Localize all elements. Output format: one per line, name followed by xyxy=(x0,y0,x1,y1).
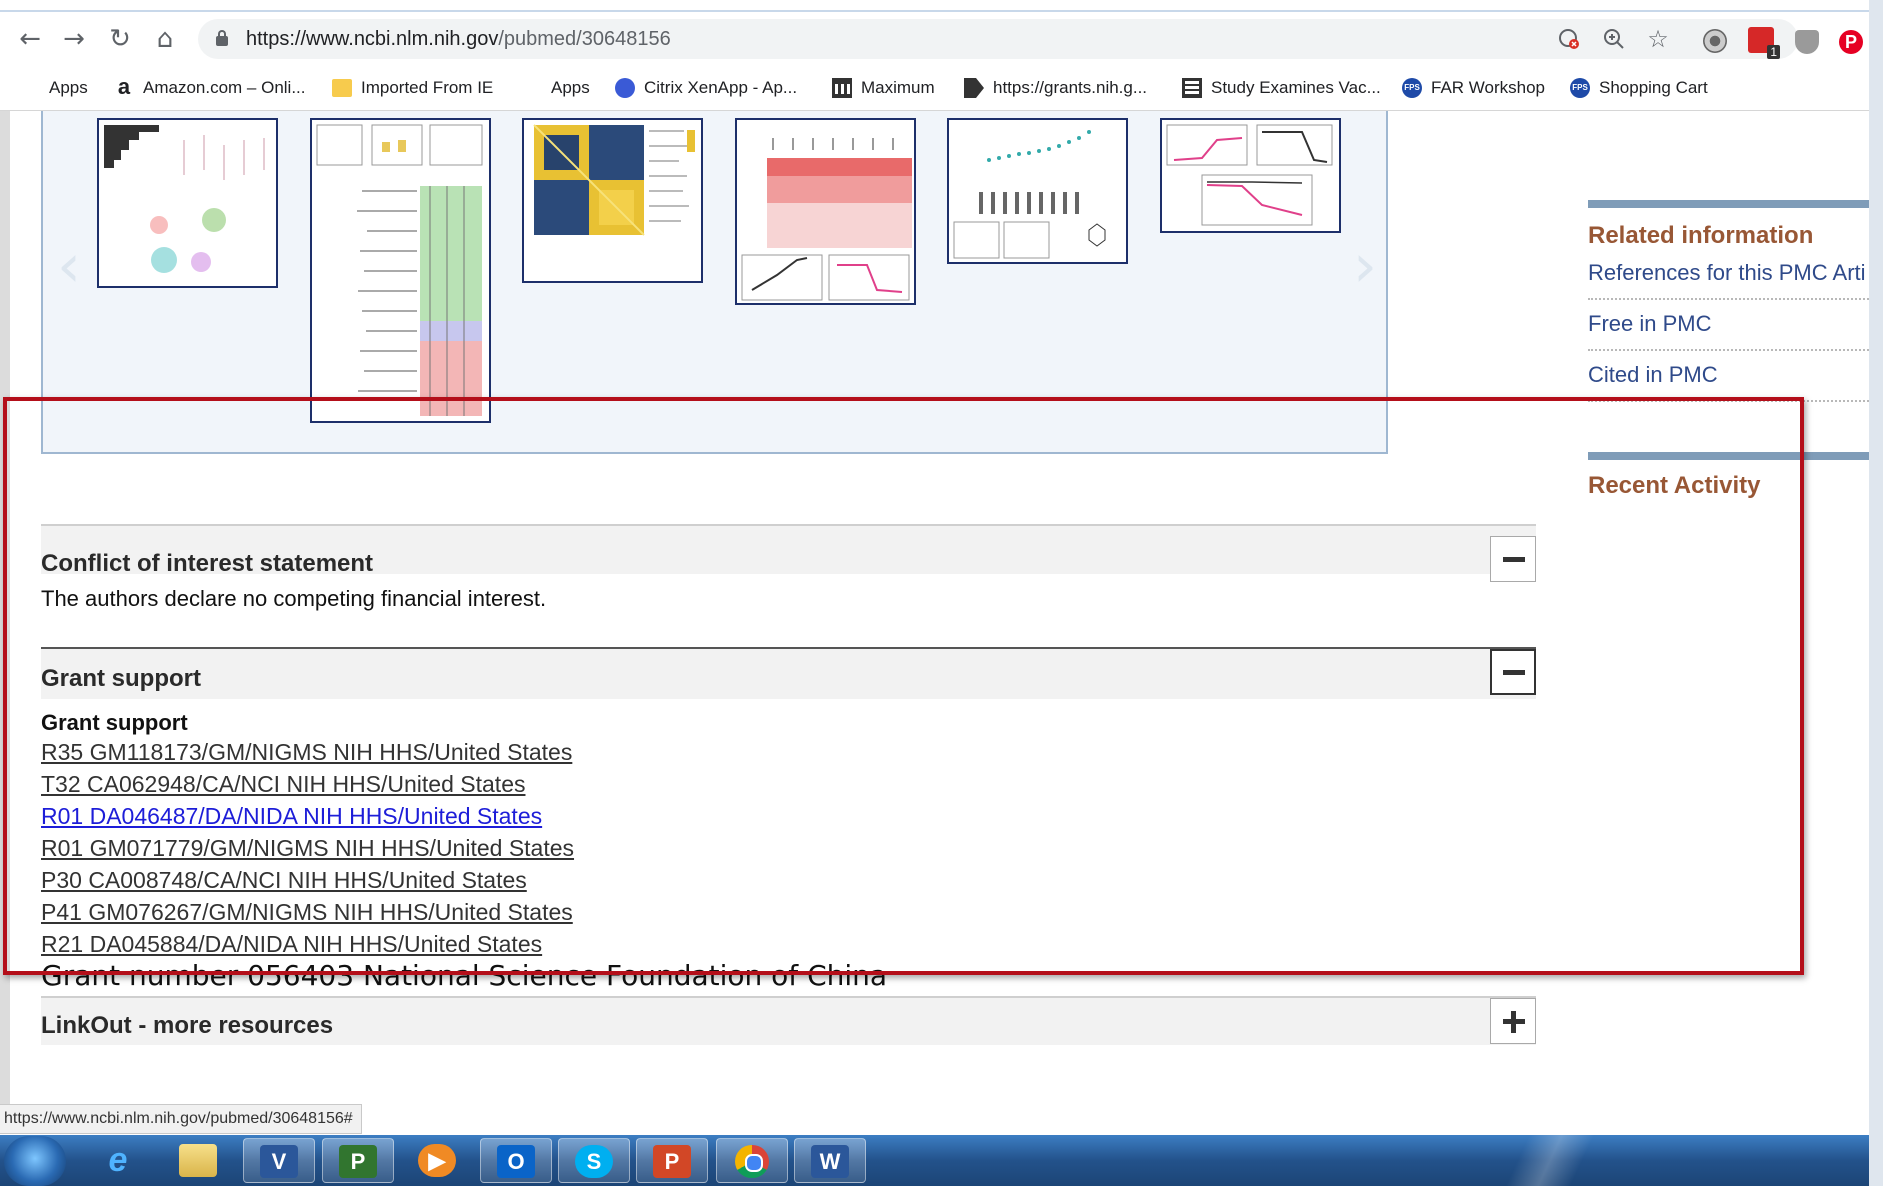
figure-thumbnail-2[interactable] xyxy=(310,118,491,423)
bookmark-maximum[interactable]: Maximum xyxy=(832,75,935,101)
taskbar-media-player[interactable]: ▶ xyxy=(402,1138,474,1183)
bookmark-grants[interactable]: https://grants.nih.g... xyxy=(964,75,1147,101)
folder-icon xyxy=(332,79,352,97)
bookmark-shopping-cart[interactable]: FPS Shopping Cart xyxy=(1570,75,1708,101)
home-icon[interactable]: ⌂ xyxy=(151,25,179,53)
taskbar-shine xyxy=(1400,1135,1700,1186)
linkout-section-title: LinkOut - more resources xyxy=(41,1012,334,1039)
status-bar-url: https://www.ncbi.nlm.nih.gov/pubmed/3064… xyxy=(0,1104,362,1134)
tab-strip xyxy=(0,0,1869,12)
bookmark-citrix[interactable]: Citrix XenApp - Ap... xyxy=(615,75,797,101)
project-icon: P xyxy=(339,1145,377,1178)
browser-toolbar: ← → ↻ ⌂ https://www.ncbi.nlm.nih.gov/pub… xyxy=(0,12,1869,66)
extension-badge-icon[interactable]: 1 xyxy=(1748,27,1780,59)
back-icon[interactable]: ← xyxy=(16,25,44,53)
bookmark-label: Maximum xyxy=(861,78,935,97)
taskbar-word[interactable]: W xyxy=(794,1138,866,1183)
zoom-icon[interactable] xyxy=(1603,28,1625,50)
expand-linkout-button[interactable] xyxy=(1490,998,1536,1044)
address-bar[interactable]: https://www.ncbi.nlm.nih.gov/pubmed/3064… xyxy=(198,19,1798,59)
sidebar-link-cited-in-pmc[interactable]: Cited in PMC xyxy=(1588,362,1718,388)
bookmark-label: Amazon.com – Onli... xyxy=(143,78,306,97)
apps-grid-icon xyxy=(20,78,40,98)
bookmark-label: Citrix XenApp - Ap... xyxy=(644,78,798,97)
highlight-annotation-box xyxy=(3,397,1804,975)
window-edge xyxy=(1869,0,1883,1186)
related-information-heading: Related information xyxy=(1588,222,1814,249)
outlook-icon: O xyxy=(497,1145,535,1178)
extension-circle-icon[interactable] xyxy=(1703,29,1727,53)
sidebar-rule xyxy=(1588,200,1869,208)
bank-icon xyxy=(832,78,852,98)
carousel-next-icon[interactable]: › xyxy=(1353,231,1377,301)
taskbar-project[interactable]: P xyxy=(322,1138,394,1183)
bookmark-far-workshop[interactable]: FPS FAR Workshop xyxy=(1402,75,1545,101)
windows-taskbar: e V P ▶ O S P W xyxy=(0,1135,1869,1186)
bookmark-label: Apps xyxy=(551,78,590,97)
figure-thumbnail-4[interactable] xyxy=(735,118,916,305)
bookmarks-bar: Apps a Amazon.com – Onli... Imported Fro… xyxy=(0,66,1869,111)
taskbar-file-explorer[interactable] xyxy=(163,1138,235,1183)
bookmark-label: Shopping Cart xyxy=(1599,78,1708,97)
lock-icon xyxy=(216,30,228,46)
bookmark-label: FAR Workshop xyxy=(1431,78,1546,97)
divider xyxy=(1588,349,1869,351)
url-domain: https://www.ncbi.nlm.nih.gov xyxy=(246,28,499,50)
start-button[interactable] xyxy=(4,1136,66,1186)
taskbar-powerpoint[interactable]: P xyxy=(636,1138,708,1183)
grants-icon xyxy=(964,78,984,98)
taskbar-visio[interactable]: V xyxy=(243,1138,315,1183)
bookmark-imported-from-ie[interactable]: Imported From IE xyxy=(332,75,493,101)
figure-thumbnail-3[interactable] xyxy=(522,118,703,283)
plus-icon-vertical xyxy=(1511,1011,1516,1033)
bookmark-label: Study Examines Vac... xyxy=(1211,78,1381,97)
chrome-icon xyxy=(735,1145,769,1178)
amazon-icon: a xyxy=(117,74,131,99)
fps-icon: FPS xyxy=(1402,78,1422,98)
reload-icon[interactable]: ↻ xyxy=(106,25,134,53)
taskbar-chrome[interactable] xyxy=(716,1138,788,1183)
bookmark-label: Apps xyxy=(49,78,88,97)
bookmark-apps-2[interactable]: Apps xyxy=(522,75,590,101)
forward-icon[interactable]: → xyxy=(60,25,88,53)
bookmark-study-examines[interactable]: Study Examines Vac... xyxy=(1182,75,1381,101)
taskbar-internet-explorer[interactable]: e xyxy=(83,1138,155,1183)
pinterest-icon[interactable]: P xyxy=(1839,30,1863,54)
apps-grid-icon xyxy=(522,78,542,98)
bookmark-label: https://grants.nih.g... xyxy=(993,78,1148,97)
bookmark-apps[interactable]: Apps xyxy=(20,75,88,101)
url-text[interactable]: https://www.ncbi.nlm.nih.gov/pubmed/3064… xyxy=(246,28,671,51)
skype-icon: S xyxy=(575,1145,613,1178)
folder-icon xyxy=(179,1144,217,1177)
fps-icon: FPS xyxy=(1570,78,1590,98)
word-icon: W xyxy=(811,1145,849,1178)
linkout-section-header[interactable]: LinkOut - more resources xyxy=(41,996,1536,1045)
star-icon[interactable]: ☆ xyxy=(1647,27,1669,51)
internet-explorer-icon: e xyxy=(108,1141,128,1179)
powerpoint-icon: P xyxy=(653,1145,691,1178)
news-icon xyxy=(1182,78,1202,98)
figure-thumbnail-1[interactable] xyxy=(97,118,278,288)
bookmark-label: Imported From IE xyxy=(361,78,494,97)
media-player-icon: ▶ xyxy=(418,1144,456,1177)
figure-thumbnail-5[interactable] xyxy=(947,118,1128,264)
figure-thumbnail-6[interactable] xyxy=(1160,118,1341,233)
shield-extension-icon[interactable] xyxy=(1795,30,1819,54)
sidebar-link-free-in-pmc[interactable]: Free in PMC xyxy=(1588,311,1711,337)
visio-icon: V xyxy=(260,1145,298,1178)
extension-badge-count: 1 xyxy=(1767,45,1780,59)
taskbar-outlook[interactable]: O xyxy=(480,1138,552,1183)
bookmark-amazon[interactable]: a Amazon.com – Onli... xyxy=(114,75,306,101)
carousel-prev-icon[interactable]: ‹ xyxy=(57,231,81,301)
citrix-icon xyxy=(615,78,635,98)
url-path: /pubmed/30648156 xyxy=(498,28,671,50)
taskbar-skype[interactable]: S xyxy=(558,1138,630,1183)
divider xyxy=(1588,298,1869,300)
blocked-content-icon[interactable] xyxy=(1558,28,1580,50)
sidebar-link-references[interactable]: References for this PMC Arti xyxy=(1588,260,1866,286)
